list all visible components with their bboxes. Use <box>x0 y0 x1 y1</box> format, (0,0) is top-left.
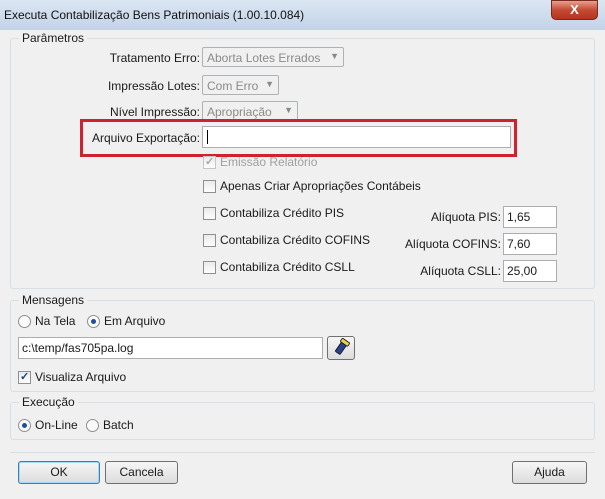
log-file-value: c:\temp/fas705pa.log <box>22 341 134 355</box>
ajuda-button-label: Ajuda <box>534 465 565 479</box>
footer-divider <box>10 452 595 453</box>
dialog-window: Executa Contabilização Bens Patrimoniais… <box>0 0 605 499</box>
credito-csll-checkbox[interactable] <box>203 261 216 274</box>
impressao-lotes-value: Com Erro <box>207 79 259 93</box>
aliquota-cofins-value: 7,60 <box>507 237 531 251</box>
ok-button-label: OK <box>50 465 68 479</box>
arquivo-exportacao-label: Arquivo Exportação: <box>91 131 200 145</box>
na-tela-label: Na Tela <box>35 314 76 328</box>
impressao-lotes-combo[interactable]: Com Erro ▼ <box>202 75 279 95</box>
emissao-relatorio-label: Emissão Relatório <box>220 155 318 169</box>
window-title: Executa Contabilização Bens Patrimoniais… <box>4 8 305 22</box>
ajuda-button[interactable]: Ajuda <box>512 461 587 484</box>
credito-pis-label: Contabiliza Crédito PIS <box>220 206 345 220</box>
aliquota-csll-label: Alíquota CSLL: <box>420 264 501 278</box>
credito-cofins-checkbox[interactable] <box>203 234 216 247</box>
flashlight-icon <box>335 338 350 355</box>
cancela-button[interactable]: Cancela <box>105 461 178 484</box>
check-icon: ✓ <box>20 371 30 383</box>
impressao-lotes-label: Impressão Lotes: <box>107 79 200 93</box>
batch-label: Batch <box>103 418 134 432</box>
nivel-impressao-combo[interactable]: Apropriação ▼ <box>202 101 298 121</box>
chevron-down-icon: ▼ <box>284 105 293 115</box>
batch-radio[interactable] <box>86 419 99 432</box>
aliquota-pis-label: Alíquota PIS: <box>430 210 501 224</box>
check-icon: ✓ <box>205 156 215 168</box>
aliquota-cofins-input[interactable]: 7,60 <box>503 233 557 255</box>
aliquota-pis-input[interactable]: 1,65 <box>503 206 557 228</box>
emissao-relatorio-checkbox[interactable]: ✓ <box>203 156 216 169</box>
aliquota-csll-input[interactable]: 25,00 <box>503 260 557 282</box>
aliquota-csll-value: 25,00 <box>507 264 538 278</box>
visualiza-arquivo-label: Visualiza Arquivo <box>35 370 127 384</box>
nivel-impressao-label: Nível Impressão: <box>109 105 200 119</box>
browse-file-button[interactable] <box>327 336 355 360</box>
na-tela-radio[interactable] <box>18 315 31 328</box>
online-radio[interactable] <box>18 419 31 432</box>
radio-selected-dot <box>22 423 27 428</box>
nivel-impressao-value: Apropriação <box>207 105 272 119</box>
online-label: On-Line <box>35 418 78 432</box>
tratamento-erro-value: Aborta Lotes Errados <box>207 51 321 65</box>
credito-pis-checkbox[interactable] <box>203 207 216 220</box>
apenas-criar-label: Apenas Criar Apropriações Contábeis <box>220 179 421 193</box>
text-caret <box>207 130 208 144</box>
title-bar: Executa Contabilização Bens Patrimoniais… <box>0 0 605 30</box>
aliquota-cofins-label: Alíquota COFINS: <box>404 237 501 251</box>
tratamento-erro-label: Tratamento Erro: <box>109 51 200 65</box>
credito-cofins-label: Contabiliza Crédito COFINS <box>220 233 371 247</box>
chevron-down-icon: ▼ <box>330 51 339 61</box>
ok-button[interactable]: OK <box>18 461 100 484</box>
dialog-client: Parâmetros Tratamento Erro: Aborta Lotes… <box>2 30 603 497</box>
tratamento-erro-combo[interactable]: Aborta Lotes Errados ▼ <box>202 47 344 67</box>
credito-csll-label: Contabiliza Crédito CSLL <box>220 260 355 274</box>
aliquota-pis-value: 1,65 <box>507 210 531 224</box>
arquivo-exportacao-input[interactable] <box>202 126 511 148</box>
execucao-legend: Execução <box>19 395 78 409</box>
close-icon: X <box>570 2 579 17</box>
chevron-down-icon: ▼ <box>265 79 274 89</box>
apenas-criar-checkbox[interactable] <box>203 180 216 193</box>
radio-selected-dot <box>91 319 96 324</box>
em-arquivo-radio[interactable] <box>87 315 100 328</box>
mensagens-legend: Mensagens <box>19 293 88 307</box>
visualiza-arquivo-checkbox[interactable]: ✓ <box>18 371 31 384</box>
close-button[interactable]: X <box>551 0 598 20</box>
parametros-legend: Parâmetros <box>19 31 88 45</box>
log-file-input[interactable]: c:\temp/fas705pa.log <box>18 337 323 359</box>
em-arquivo-label: Em Arquivo <box>104 314 166 328</box>
cancela-button-label: Cancela <box>119 465 164 479</box>
